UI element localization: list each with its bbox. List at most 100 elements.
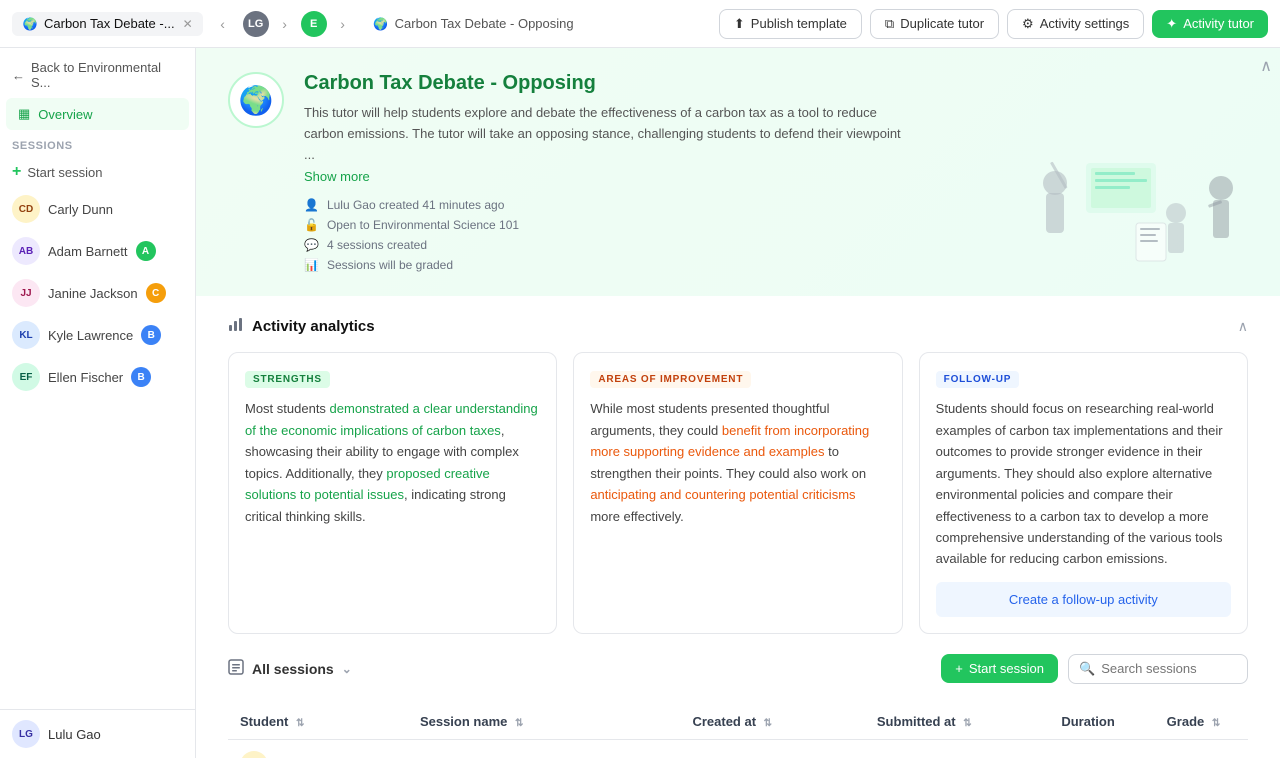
analytics-section: Activity analytics ∧ STRENGTHS Most stud… (196, 296, 1280, 654)
tab2-circle-icon: LG (243, 11, 269, 37)
grade-badge-ellen: B (131, 367, 151, 387)
sidebar-student-janine[interactable]: JJ Janine Jackson C (0, 272, 195, 314)
search-sessions-input[interactable] (1101, 661, 1231, 676)
avatar-lulu: LG (12, 720, 40, 748)
student-name-carly: Carly Dunn (48, 202, 113, 217)
avatar-row: CD (240, 751, 268, 758)
improvement-text: While most students presented thoughtful… (590, 398, 885, 527)
overview-label: Overview (38, 107, 92, 122)
sidebar-user: LG Lulu Gao (0, 709, 195, 758)
strengths-card: STRENGTHS Most students demonstrated a c… (228, 352, 557, 634)
sidebar-student-kyle[interactable]: KL Kyle Lawrence B (0, 314, 195, 356)
sidebar-item-overview[interactable]: ▦ Overview (6, 98, 189, 130)
sort-created-icon: ⇅ (764, 718, 772, 729)
followup-card: FOLLOW-UP Students should focus on resea… (919, 352, 1248, 634)
back-to-env-button[interactable]: ← Back to Environmental S... (0, 48, 195, 98)
show-more-button[interactable]: Show more (304, 169, 370, 184)
bar-chart-icon (228, 316, 244, 336)
table-row[interactable]: CD Carly Dunn Unnamed SessionOct 10, 202… (228, 739, 1248, 758)
content-area: 🌍 Carbon Tax Debate - Opposing This tuto… (196, 48, 1280, 758)
sidebar-student-ellen[interactable]: EF Ellen Fischer B (0, 356, 195, 398)
tab-opposing[interactable]: 🌍 Carbon Tax Debate - Opposing (363, 12, 584, 36)
avatar-carly: CD (12, 195, 40, 223)
improvement-highlight1: benefit from incorporating more supporti… (590, 423, 869, 459)
col-created-at[interactable]: Created at ⇅ (680, 704, 864, 740)
td-grade: - (1155, 739, 1248, 758)
improvement-tag: AREAS OF IMPROVEMENT (590, 371, 751, 388)
hero-description: This tutor will help students explore an… (304, 103, 904, 165)
avatar-janine: JJ (12, 279, 40, 307)
sessions-section-label: Sessions (0, 130, 195, 156)
sidebar-student-carly[interactable]: CD Carly Dunn (0, 188, 195, 230)
table-header-row: Student ⇅ Session name ⇅ Created at ⇅ Su… (228, 704, 1248, 740)
sessions-sort-icon[interactable]: ⌄ (342, 662, 352, 676)
publish-template-button[interactable]: ⬆ Publish template (719, 9, 862, 39)
sort-grade-icon: ⇅ (1212, 718, 1220, 729)
start-session-sidebar-button[interactable]: + Start session (0, 156, 195, 188)
hero-collapse-button[interactable]: ∧ (1260, 56, 1272, 76)
plus-icon: + (12, 163, 21, 181)
activity-settings-button[interactable]: ⚙ Activity settings (1007, 9, 1144, 39)
meta-sessions-text: 4 sessions created (327, 238, 427, 252)
improvement-card: AREAS OF IMPROVEMENT While most students… (573, 352, 902, 634)
sessions-icon (228, 659, 244, 678)
chat-icon: 💬 (304, 238, 319, 252)
back-arrow-icon: ← (12, 68, 25, 83)
strengths-highlight2: proposed creative solutions to potential… (245, 466, 490, 502)
publish-label: Publish template (751, 16, 847, 31)
analytics-title: Activity analytics (228, 316, 375, 336)
start-session-table-button[interactable]: + Start session (941, 654, 1058, 683)
meta-created-text: Lulu Gao created 41 minutes ago (327, 198, 504, 212)
chart-icon: 📊 (304, 258, 319, 272)
sidebar-student-adam[interactable]: AB Adam Barnett A (0, 230, 195, 272)
activity-tutor-button[interactable]: ✦ Activity tutor (1152, 10, 1268, 38)
top-actions: ⬆ Publish template ⧉ Duplicate tutor ⚙ A… (719, 9, 1268, 39)
col-duration[interactable]: Duration (1049, 704, 1154, 740)
col-student[interactable]: Student ⇅ (228, 704, 408, 740)
tab2-e-icon: E (301, 11, 327, 37)
hero-emoji-icon: 🌍 (228, 72, 284, 128)
analytics-collapse-icon[interactable]: ∧ (1238, 318, 1248, 335)
nav-forward2-arrow[interactable]: › (331, 12, 355, 36)
grade-badge-adam: A (136, 241, 156, 261)
followup-tag: FOLLOW-UP (936, 371, 1020, 388)
nav-forward-arrow[interactable]: › (273, 12, 297, 36)
plus-session-icon: + (955, 661, 963, 676)
col-submitted-at[interactable]: Submitted at ⇅ (865, 704, 1049, 740)
create-followup-button[interactable]: Create a follow-up activity (936, 582, 1231, 617)
sessions-header: All sessions ⌄ + Start session 🔍 (228, 654, 1248, 692)
analytics-header: Activity analytics ∧ (228, 316, 1248, 336)
duplicate-tutor-button[interactable]: ⧉ Duplicate tutor (870, 9, 999, 39)
student-cell: CD Carly Dunn (240, 751, 396, 758)
sort-session-icon: ⇅ (515, 718, 523, 729)
col-grade[interactable]: Grade ⇅ (1155, 704, 1248, 740)
td-student: CD Carly Dunn (228, 739, 408, 758)
tutor-icon: ✦ (1166, 16, 1177, 32)
td-duration: - (1049, 739, 1154, 758)
meta-open-text: Open to Environmental Science 101 (327, 218, 519, 232)
earth-favicon2-icon: 🌍 (373, 16, 389, 32)
start-session-sidebar-label: Start session (27, 165, 102, 180)
settings-label: Activity settings (1040, 16, 1130, 31)
all-sessions-label: All sessions (252, 661, 334, 677)
tab1-close-icon[interactable]: ✕ (183, 17, 193, 31)
improvement-highlight2: anticipating and countering potential cr… (590, 487, 855, 502)
duplicate-icon: ⧉ (885, 16, 894, 32)
lock-open-icon: 🔓 (304, 218, 319, 232)
avatar-ellen: EF (12, 363, 40, 391)
duplicate-label: Duplicate tutor (900, 16, 984, 31)
earth-favicon-icon: 🌍 (22, 16, 38, 32)
tab-carbon-tax[interactable]: 🌍 Carbon Tax Debate -... ✕ (12, 12, 203, 36)
student-name-kyle: Kyle Lawrence (48, 328, 133, 343)
td-created: Oct 10, 2024, 9:54 AM (680, 739, 864, 758)
start-session-label: Start session (969, 661, 1044, 676)
tab3-label: Carbon Tax Debate - Opposing (395, 16, 574, 31)
search-sessions-box[interactable]: 🔍 (1068, 654, 1248, 684)
col-session-name[interactable]: Session name ⇅ (408, 704, 681, 740)
sort-submitted-icon: ⇅ (963, 718, 971, 729)
nav-back-arrow[interactable]: ‹ (211, 12, 235, 36)
strengths-tag: STRENGTHS (245, 371, 330, 388)
chevron-up-icon: ∧ (1260, 58, 1272, 75)
sessions-actions: + Start session 🔍 (941, 654, 1248, 684)
td-session-name: Unnamed Session (408, 739, 681, 758)
